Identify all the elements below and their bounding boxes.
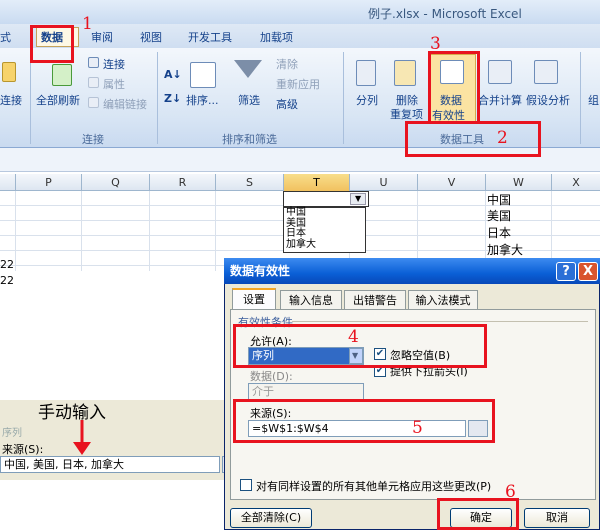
tab-view[interactable]: 视图 (140, 29, 162, 45)
annotation-number-5: 5 (412, 418, 423, 438)
data-label: 数据(D): (250, 370, 293, 383)
dropdown-option[interactable]: 日本 (284, 228, 365, 240)
annotation-number-1: 1 (82, 14, 93, 34)
edit-links-icon (88, 97, 99, 108)
grid-line (215, 191, 216, 271)
tab-addins[interactable]: 加载项 (260, 29, 293, 45)
cell-dropdown-list: 中国 美国 日本 加拿大 (283, 207, 366, 253)
column-header[interactable]: Q (81, 174, 149, 191)
column-header[interactable]: P (15, 174, 81, 191)
grid-line (149, 191, 150, 271)
sort-asc-icon[interactable]: A↓ (164, 68, 182, 81)
group-button[interactable]: 组 (588, 92, 599, 108)
text-to-columns-icon (356, 60, 376, 86)
group-separator (30, 52, 31, 144)
connection-icon (88, 57, 99, 68)
column-header[interactable]: R (149, 174, 215, 191)
annotation-box-2 (405, 121, 541, 157)
properties-icon (88, 77, 99, 88)
annotation-box-4 (233, 324, 487, 368)
grid-line (81, 191, 82, 271)
clear-button[interactable]: 清除 (276, 56, 298, 72)
section-divider (292, 321, 588, 322)
group-label-sort-filter: 排序和筛选 (222, 133, 277, 146)
text-to-columns-button[interactable]: 分列 (356, 92, 378, 108)
consolidate-icon (488, 60, 512, 84)
grid-line (15, 191, 16, 271)
annotation-box-3 (428, 51, 480, 124)
column-headers: P Q R S T U V W X (0, 174, 600, 191)
group-separator (157, 52, 158, 144)
annotation-number-6: 6 (505, 482, 516, 502)
cell-w4[interactable]: 加拿大 (487, 241, 523, 258)
connections-button[interactable]: 连接 (0, 92, 22, 108)
apply-all-checkbox[interactable] (240, 479, 252, 491)
tab-developer[interactable]: 开发工具 (188, 29, 232, 45)
dropdown-option[interactable]: 中国 (284, 207, 365, 219)
column-header-selected[interactable]: T (283, 174, 349, 191)
cancel-button[interactable]: 取消 (524, 508, 590, 528)
cell-w2[interactable]: 美国 (487, 207, 511, 224)
group-separator (343, 52, 344, 144)
manual-source-input[interactable]: 中国, 美国, 日本, 加拿大 (0, 456, 220, 473)
remove-duplicates-icon (394, 60, 416, 86)
column-header[interactable]: X (551, 174, 600, 191)
remove-duplicates-label: 重复项 (390, 108, 423, 121)
group-label-connections: 连接 (82, 133, 104, 146)
cell-value[interactable]: 22 (0, 258, 14, 271)
sort-dialog-icon (190, 62, 216, 88)
column-header[interactable]: W (485, 174, 551, 191)
chevron-down-icon: ▼ (355, 194, 362, 203)
annotation-box-6 (437, 498, 519, 530)
dialog-title: 数据有效性 (224, 258, 600, 284)
column-header[interactable]: S (215, 174, 283, 191)
reapply-button[interactable]: 重新应用 (276, 76, 320, 92)
arrow-down-icon (73, 420, 91, 455)
filter-button[interactable]: 筛选 (238, 92, 260, 108)
tab-formulas[interactable]: 式 (0, 29, 11, 45)
column-header[interactable]: V (417, 174, 485, 191)
connections-icon (2, 62, 16, 82)
help-button[interactable]: ? (556, 262, 576, 281)
annotation-number-3: 3 (430, 34, 441, 54)
annotation-number-4: 4 (348, 327, 359, 347)
edit-links-button[interactable]: 编辑链接 (103, 96, 147, 112)
group-separator (580, 52, 581, 144)
close-button[interactable]: X (578, 262, 598, 281)
consolidate-button[interactable]: 合并计算 (478, 92, 522, 108)
dropdown-option[interactable]: 加拿大 (284, 239, 365, 251)
tab-input-message[interactable]: 输入信息 (280, 290, 342, 310)
connect-button[interactable]: 连接 (103, 56, 125, 72)
cell-w1[interactable]: 中国 (487, 191, 511, 208)
manual-source-label: 来源(S): (2, 443, 44, 456)
annotation-number-2: 2 (497, 128, 508, 148)
clear-all-button[interactable]: 全部清除(C) (230, 508, 312, 528)
refresh-all-button[interactable]: 全部刷新 (36, 92, 80, 108)
data-select[interactable]: 介于 (248, 383, 364, 400)
cell-dropdown-arrow[interactable]: ▼ (350, 193, 366, 205)
what-if-button[interactable]: 假设分析 (526, 92, 570, 108)
properties-button[interactable]: 属性 (103, 76, 125, 92)
cell-value[interactable]: 22 (0, 274, 14, 287)
what-if-icon (534, 60, 558, 84)
tab-error-alert[interactable]: 出错警告 (344, 290, 406, 310)
refresh-icon (52, 64, 72, 86)
sort-button[interactable]: 排序... (186, 92, 219, 108)
advanced-button[interactable]: 高级 (276, 96, 298, 112)
tab-settings[interactable]: 设置 (232, 288, 276, 310)
cell-w3[interactable]: 日本 (487, 224, 511, 241)
tab-review[interactable]: 审阅 (91, 29, 113, 45)
window-title: 例子.xlsx - Microsoft Excel (368, 7, 522, 21)
filter-icon (234, 60, 262, 78)
apply-all-label: 对有同样设置的所有其他单元格应用这些更改(P) (256, 480, 492, 493)
faded-source-label: 序列 (2, 428, 22, 439)
column-header[interactable]: U (349, 174, 417, 191)
tab-ime-mode[interactable]: 输入法模式 (408, 290, 478, 310)
sort-desc-icon[interactable]: Z↓ (164, 92, 181, 105)
annotation-box-1 (30, 25, 74, 63)
annotation-box-5 (233, 399, 495, 443)
